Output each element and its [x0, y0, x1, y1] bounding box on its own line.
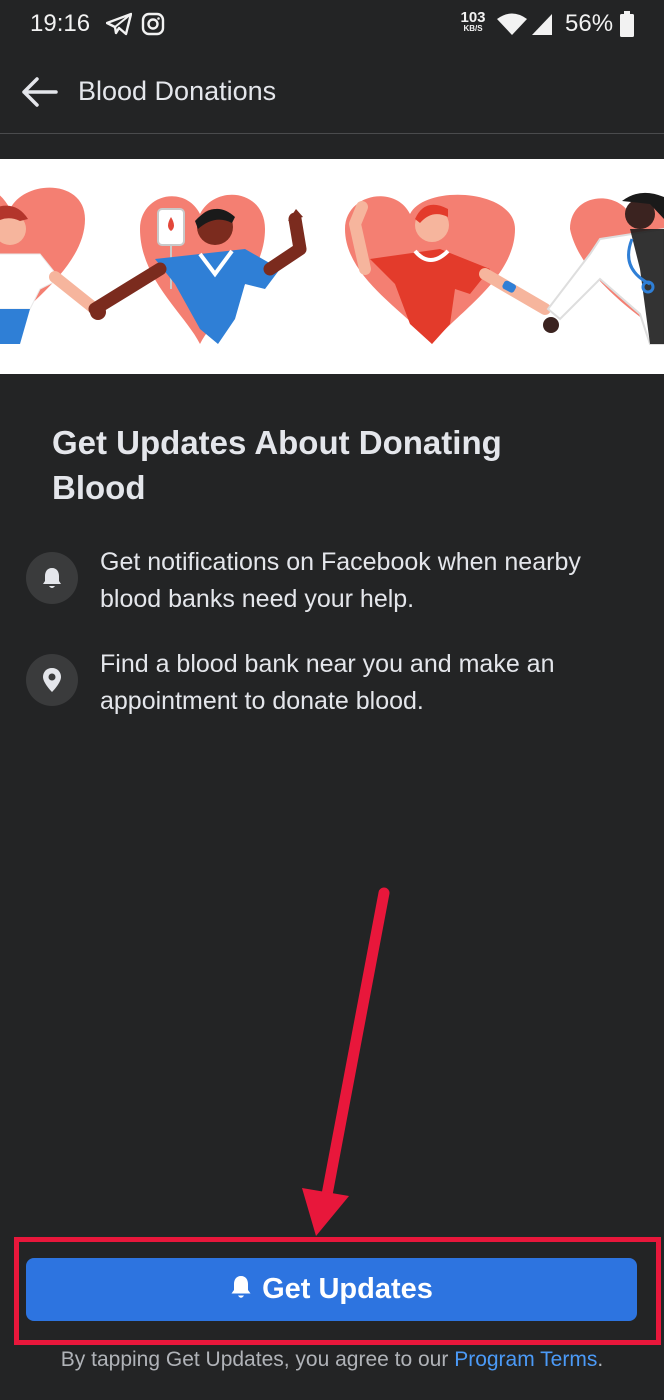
get-updates-button[interactable]: Get Updates	[26, 1258, 637, 1321]
telegram-icon	[105, 12, 133, 41]
status-bar: 19:16 103 KB/S 56%	[0, 0, 664, 50]
terms-prefix: By tapping Get Updates, you agree to our	[60, 1348, 455, 1371]
location-pin-icon	[26, 654, 78, 706]
page-title: Blood Donations	[78, 76, 277, 106]
terms-suffix: .	[597, 1348, 604, 1371]
back-arrow-icon[interactable]	[20, 76, 58, 108]
hero-illustration	[0, 159, 664, 374]
signal-icon	[530, 12, 554, 41]
program-terms-link[interactable]: Program Terms	[454, 1348, 597, 1371]
get-updates-label: Get Updates	[262, 1273, 433, 1305]
feature-text: Get notifications on Facebook when nearb…	[100, 548, 581, 613]
status-time: 19:16	[30, 10, 91, 37]
battery-icon	[620, 11, 634, 42]
battery-percent: 56%	[565, 10, 614, 37]
instagram-icon	[141, 12, 165, 41]
bell-icon	[26, 552, 78, 604]
terms-notice: By tapping Get Updates, you agree to our…	[0, 1348, 664, 1372]
network-speed: 103 KB/S	[460, 9, 486, 33]
headline: Get Updates About Donating Blood	[52, 424, 502, 506]
bell-icon	[230, 1274, 252, 1305]
wifi-icon	[496, 12, 528, 41]
app-header: Blood Donations	[0, 50, 664, 134]
feature-text: Find a blood bank near you and make an a…	[100, 650, 555, 715]
